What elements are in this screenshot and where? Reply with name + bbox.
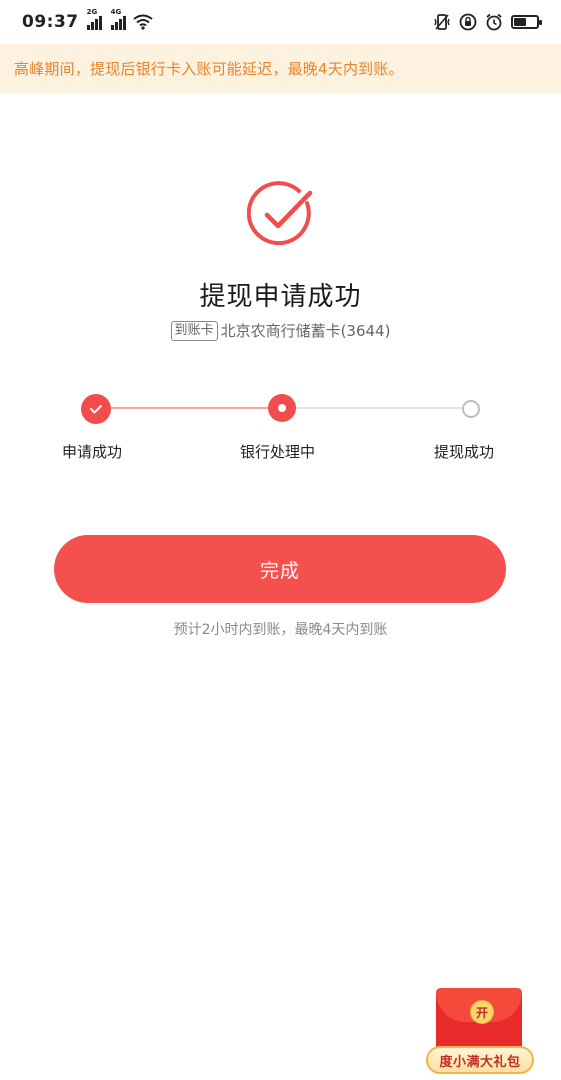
step-current-node xyxy=(268,394,296,422)
open-coin-icon: 开 xyxy=(470,1000,494,1024)
gift-label-ribbon: 度小满大礼包 xyxy=(426,1046,534,1074)
step-done-node xyxy=(81,394,111,424)
status-bar: 09:37 2G 4G xyxy=(0,0,561,44)
vibrate-icon xyxy=(434,14,450,30)
gift-label: 度小满大礼包 xyxy=(439,1054,521,1070)
status-time: 09:37 xyxy=(22,12,79,32)
status-left: 09:37 2G 4G xyxy=(22,8,153,32)
status-right xyxy=(433,13,542,31)
sim2-tag: 4G xyxy=(110,8,122,16)
lock-rotation-icon xyxy=(459,13,477,31)
alarm-icon xyxy=(486,13,502,31)
step-label-success: 提现成功 xyxy=(434,443,495,461)
progress-line-done xyxy=(96,407,282,409)
step-label-processing: 银行处理中 xyxy=(240,443,316,461)
done-button[interactable]: 完成 xyxy=(54,535,506,603)
progress-line-pending xyxy=(282,407,470,409)
wifi-icon xyxy=(133,14,153,30)
arrival-hint: 预计2小时内到账，最晚4天内到账 xyxy=(173,622,388,638)
step-pending-node xyxy=(462,400,480,418)
sim1-tag: 2G xyxy=(86,8,98,16)
check-icon xyxy=(90,405,102,414)
signal-icon: 2G xyxy=(86,8,103,30)
success-check-icon xyxy=(247,181,313,246)
card-name: 北京农商行储蓄卡(3644) xyxy=(220,322,391,340)
step-label-applied: 申请成功 xyxy=(62,443,123,461)
page-title: 提现申请成功 xyxy=(199,282,362,312)
notice-text: 高峰期间，提现后银行卡入账可能延迟，最晚4天内到账。 xyxy=(14,60,404,78)
card-tag: 到账卡 xyxy=(170,320,218,341)
notice-banner: 高峰期间，提现后银行卡入账可能延迟，最晚4天内到账。 xyxy=(0,44,561,93)
battery-icon xyxy=(511,15,542,29)
gift-pack-button[interactable]: 开 度小满大礼包 xyxy=(426,988,534,1080)
signal-icon-2: 4G xyxy=(110,8,127,30)
receiving-card: 到账卡 北京农商行储蓄卡(3644) xyxy=(0,320,561,341)
